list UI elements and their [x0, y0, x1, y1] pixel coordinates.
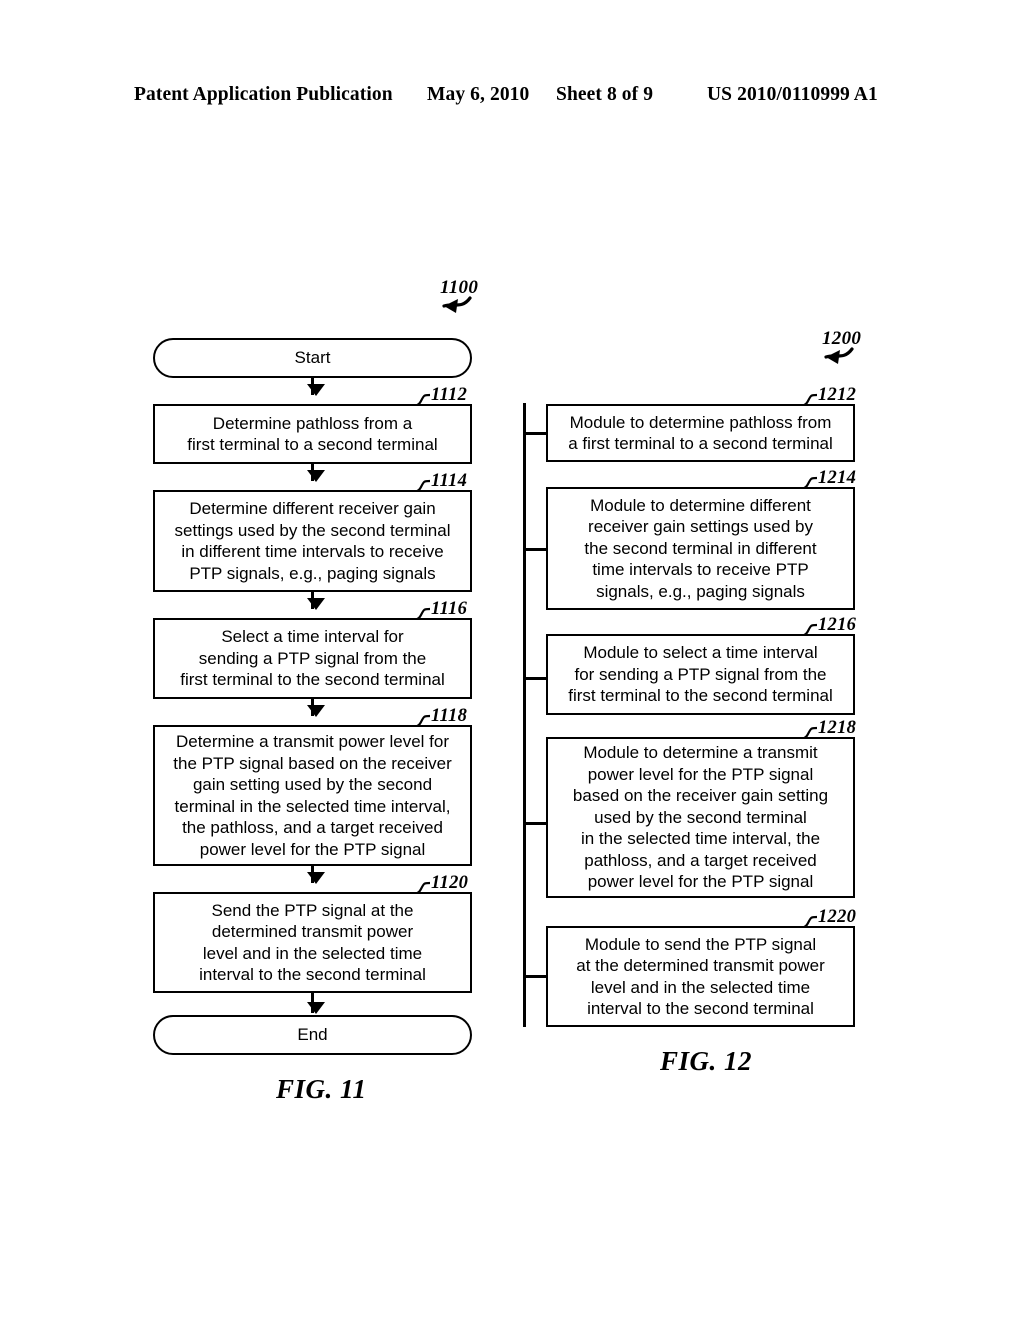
module-block-1212: Module to determine pathloss from a firs…: [546, 404, 855, 462]
connector-start-to-1112: [306, 378, 325, 396]
ref-numeral-1212-label: 1212: [818, 385, 857, 405]
header-sheet-number: Sheet 8 of 9: [556, 84, 654, 105]
ref-numeral-1212: 1212: [802, 385, 857, 407]
module-block-1212-text: Module to determine pathloss from a firs…: [568, 412, 833, 454]
connector-1114-to-1116: [306, 592, 325, 610]
ref-numeral-1214-label: 1214: [818, 468, 857, 488]
figure-11-caption: FIG. 11: [276, 1074, 367, 1104]
bracket-stub-1212: [523, 432, 547, 435]
connector-1120-to-end: [306, 993, 325, 1014]
module-block-1218-text: Module to determine a transmit power lev…: [572, 743, 829, 892]
ref-numeral-1120-label: 1120: [431, 873, 469, 893]
flowchart-step-1120: Send the PTP signal at the determined tr…: [153, 892, 472, 993]
flowchart-step-1120-text: Send the PTP signal at the determined tr…: [199, 900, 426, 985]
module-block-1218: Module to determine a transmit power lev…: [546, 737, 855, 898]
module-block-1220: Module to send the PTP signal at the det…: [546, 926, 855, 1027]
ref-numeral-1120: 1120: [415, 873, 469, 895]
module-block-1214-text: Module to determine different receiver g…: [584, 495, 817, 601]
ref-numeral-1116: 1116: [415, 599, 468, 621]
end-terminal-label: End: [297, 1025, 328, 1044]
ref-numeral-1216: 1216: [802, 615, 857, 637]
bracket-stub-1216: [523, 677, 547, 680]
flowchart-step-1112: Determine pathloss from a first terminal…: [153, 404, 472, 464]
curved-arrow-icon: [442, 296, 472, 313]
ref-numeral-1118: 1118: [415, 706, 468, 728]
flowchart-step-1118: Determine a transmit power level for the…: [153, 725, 472, 866]
flowchart-start-terminal: Start: [153, 338, 472, 378]
ref-numeral-1214: 1214: [802, 468, 857, 490]
flowchart-step-1114-text: Determine different receiver gain settin…: [174, 499, 451, 583]
flowchart-step-1118-text: Determine a transmit power level for the…: [173, 732, 452, 859]
connector-1112-to-1114: [306, 464, 325, 482]
ref-numeral-1114-label: 1114: [431, 471, 468, 491]
ref-numeral-1220-label: 1220: [818, 907, 857, 927]
bracket-stub-1214: [523, 548, 547, 551]
bracket-stub-1218: [523, 822, 547, 825]
ref-numeral-1114: 1114: [415, 471, 468, 493]
module-block-1220-text: Module to send the PTP signal at the det…: [576, 934, 825, 1019]
ref-numeral-1112-label: 1112: [431, 385, 468, 405]
header-patent-number: US 2010/0110999 A1: [707, 84, 878, 105]
ref-numeral-1218-label: 1218: [818, 718, 857, 738]
module-block-1214: Module to determine different receiver g…: [546, 487, 855, 610]
connector-1118-to-1120: [306, 866, 325, 884]
figure-12-bracket-spine: [523, 403, 526, 1027]
module-block-1216-text: Module to select a time interval for sen…: [568, 643, 833, 706]
ref-numeral-1112: 1112: [415, 385, 468, 407]
header-publication-date: May 6, 2010: [427, 84, 530, 105]
start-terminal-label: Start: [294, 348, 331, 367]
ref-numeral-1118-label: 1118: [431, 706, 468, 726]
ref-numeral-1220: 1220: [802, 907, 857, 929]
flowchart-end-terminal: End: [153, 1015, 472, 1055]
flowchart-step-1114: Determine different receiver gain settin…: [153, 490, 472, 592]
flowchart-step-1112-text: Determine pathloss from a first terminal…: [187, 413, 438, 455]
module-block-1216: Module to select a time interval for sen…: [546, 634, 855, 715]
figure-12-caption: FIG. 12: [660, 1046, 753, 1076]
connector-1116-to-1118: [306, 699, 325, 717]
header-publication-title: Patent Application Publication: [134, 84, 393, 105]
bracket-stub-1220: [523, 975, 547, 978]
page-header: Patent Application Publication May 6, 20…: [0, 84, 1024, 114]
ref-numeral-1116-label: 1116: [431, 599, 468, 619]
curved-arrow-icon: [824, 347, 854, 364]
ref-numeral-1216-label: 1216: [818, 615, 857, 635]
flowchart-step-1116-text: Select a time interval for sending a PTP…: [180, 627, 445, 690]
ref-numeral-1218: 1218: [802, 718, 857, 740]
flowchart-step-1116: Select a time interval for sending a PTP…: [153, 618, 472, 699]
